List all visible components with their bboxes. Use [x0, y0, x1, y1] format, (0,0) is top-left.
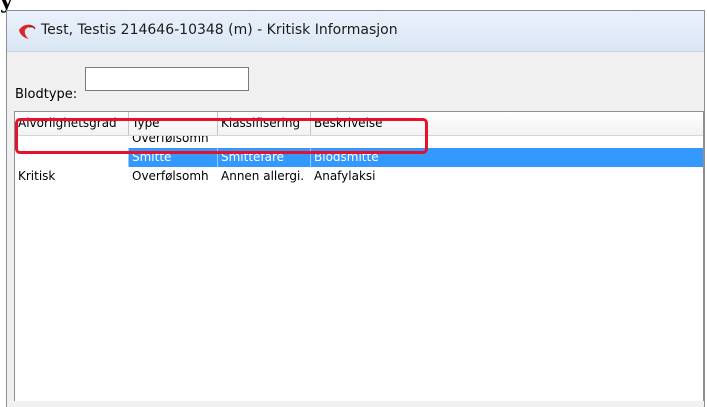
window-title: Test, Testis 214646-10348 (m) - Kritisk …: [41, 22, 398, 38]
cell-klassifisering: [218, 136, 311, 148]
cell-type: Smitte: [129, 148, 218, 167]
title-bar: Test, Testis 214646-10348 (m) - Kritisk …: [7, 11, 704, 52]
table-row-selected[interactable]: Smitte Smittefare Blodsmitte: [15, 148, 703, 167]
blood-type-label: Blodtype:: [15, 87, 78, 102]
dialog-window: Test, Testis 214646-10348 (m) - Kritisk …: [6, 10, 705, 407]
cell-type: Overfølsomh: [132, 169, 209, 183]
cell-beskrivelse: Blodsmitte: [314, 150, 379, 164]
list-header: Alvorlighetsgrad Type Klassifisering Bes…: [15, 112, 703, 136]
cell-klassifisering: Smittefare: [218, 148, 311, 167]
cell-beskrivelse: [311, 136, 703, 148]
critical-info-list[interactable]: Alvorlighetsgrad Type Klassifisering Bes…: [14, 111, 704, 401]
cell-alvorlighetsgrad: Kritisk: [18, 169, 56, 183]
table-row[interactable]: Kritisk Overfølsomh Annen allergi. Anafy…: [15, 167, 703, 186]
cell-alvorlighetsgrad: [15, 136, 129, 148]
cell-type: Overfølsomh: [132, 136, 209, 145]
column-header-alvorlighetsgrad[interactable]: Alvorlighetsgrad: [15, 112, 129, 135]
table-row[interactable]: Overfølsomh: [15, 136, 703, 148]
cell-beskrivelse: Anafylaksi: [314, 169, 376, 183]
column-header-beskrivelse[interactable]: Beskrivelse: [311, 112, 703, 135]
column-header-klassifisering[interactable]: Klassifisering: [218, 112, 311, 135]
column-header-type[interactable]: Type: [129, 112, 218, 135]
cell-alvorlighetsgrad: [15, 148, 129, 167]
blood-type-input[interactable]: [85, 67, 249, 91]
red-swoosh-icon: [19, 24, 36, 39]
cell-klassifisering: Annen allergi.: [221, 169, 305, 183]
